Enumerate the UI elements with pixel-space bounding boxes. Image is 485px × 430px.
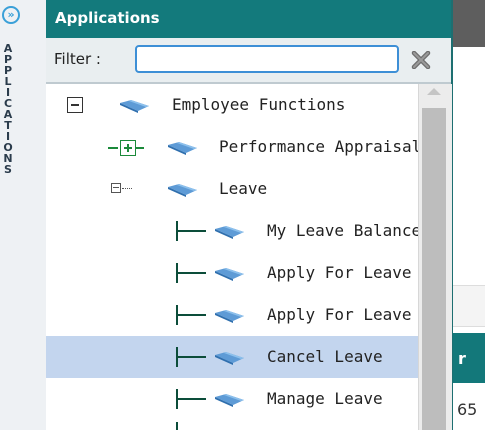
collapse-icon[interactable] bbox=[67, 97, 83, 113]
application-icon bbox=[215, 352, 244, 365]
tree-connector bbox=[176, 398, 206, 400]
tree-node-label: Leave bbox=[219, 179, 268, 198]
tree-connector bbox=[176, 356, 206, 358]
tree-node-apply-for-leave[interactable]: Apply For Leave bbox=[46, 252, 418, 294]
background-teal-text: r bbox=[458, 349, 466, 368]
rail-vertical-label[interactable]: A P P L I C A T I O N S bbox=[2, 43, 14, 175]
filter-label: Filter : bbox=[54, 50, 101, 68]
tree-node-my-leave-balance[interactable]: My Leave Balance bbox=[46, 210, 418, 252]
tree-node-label: My Leave Balance bbox=[267, 221, 418, 240]
tree-node-label: Apply For Leave bbox=[267, 263, 412, 282]
application-icon bbox=[215, 394, 244, 407]
clear-x-icon bbox=[411, 51, 431, 69]
application-tree: Employee Functions Performance Appraisal bbox=[46, 84, 418, 430]
application-icon bbox=[120, 100, 149, 113]
tree-connector bbox=[176, 314, 206, 316]
expanded-node-icon[interactable] bbox=[111, 183, 121, 193]
clear-filter-button[interactable] bbox=[406, 47, 436, 73]
application-icon bbox=[215, 226, 244, 239]
filter-row: Filter : bbox=[46, 38, 451, 84]
application-icon bbox=[215, 310, 244, 323]
tree-node-label: Performance Appraisal bbox=[219, 137, 418, 156]
tree-node-performance-appraisal[interactable]: Performance Appraisal bbox=[46, 126, 418, 168]
tree-node-employee-functions[interactable]: Employee Functions bbox=[46, 84, 418, 126]
filter-input[interactable] bbox=[135, 45, 399, 73]
background-gray-band bbox=[453, 285, 485, 327]
expand-icon[interactable] bbox=[120, 140, 136, 156]
tree-connector bbox=[108, 147, 118, 149]
expand-rail-icon[interactable]: » bbox=[2, 6, 20, 24]
background-top-bar bbox=[453, 0, 485, 47]
application-icon bbox=[168, 184, 197, 197]
tree-scrollbar[interactable] bbox=[418, 84, 452, 430]
tree-connector bbox=[176, 272, 206, 274]
tree-node-cancel-leave[interactable]: Cancel Leave bbox=[46, 336, 418, 378]
application-icon bbox=[215, 268, 244, 281]
scrollbar-thumb[interactable] bbox=[422, 108, 446, 430]
tree-connector bbox=[176, 230, 206, 232]
tree-node-apply-for-leave[interactable]: Apply For Leave bbox=[46, 294, 418, 336]
tree-node-label: Cancel Leave bbox=[267, 347, 383, 366]
tree-connector bbox=[136, 147, 144, 149]
tree-connector bbox=[122, 188, 132, 189]
scroll-up-icon[interactable] bbox=[427, 88, 441, 95]
tree-node-label: Employee Functions bbox=[172, 95, 346, 114]
tree-node-manage-leave[interactable]: Manage Leave bbox=[46, 378, 418, 420]
rail-letter: S bbox=[4, 163, 12, 176]
tree-node-label: Manage Leave bbox=[267, 389, 383, 408]
tree-node-leave[interactable]: Leave bbox=[46, 168, 418, 210]
applications-panel: Applications Filter : Employee Functions bbox=[46, 0, 453, 430]
tree-connector bbox=[176, 422, 178, 430]
left-rail: » A P P L I C A T I O N S bbox=[0, 0, 47, 430]
background-number: 65 bbox=[457, 400, 478, 419]
application-icon bbox=[168, 142, 197, 155]
tree-node-label: Apply For Leave bbox=[267, 305, 412, 324]
panel-title: Applications bbox=[46, 0, 451, 38]
